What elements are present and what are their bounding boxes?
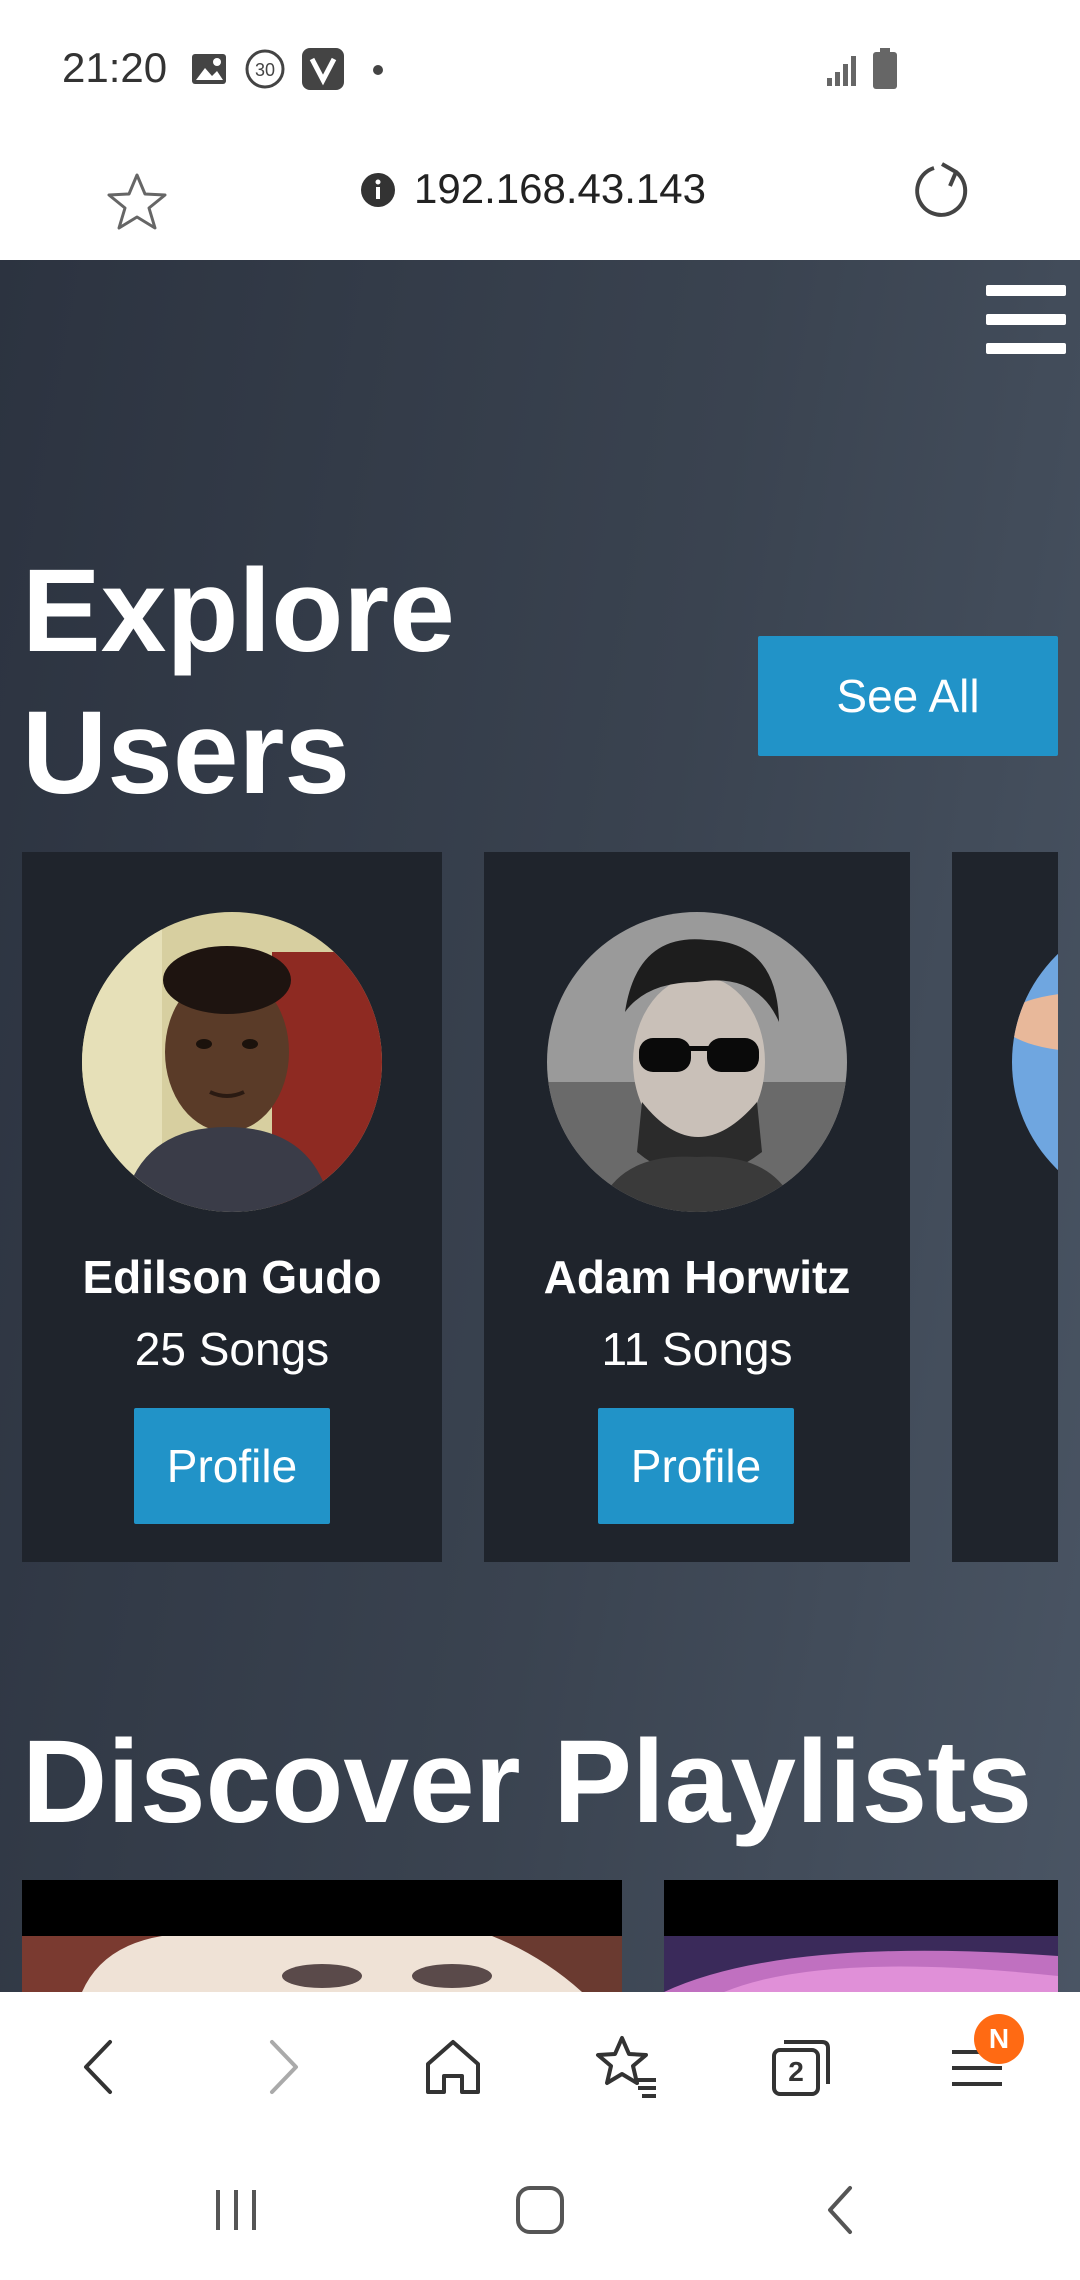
explore-users-title: Explore Users [22,545,455,819]
image-icon [192,54,226,84]
status-bar: 21:20 30 [0,0,1080,140]
browser-toolbar [0,1992,1080,2142]
tabs-icon[interactable]: 2 [766,2032,836,2102]
playlist-card[interactable] [664,1880,1058,1992]
see-all-button[interactable]: See All [758,636,1058,756]
profile-button[interactable]: Profile [134,1408,330,1524]
avatar [1012,912,1058,1212]
playlist-cover-image [22,1936,622,1992]
bookmarks-icon[interactable] [592,2032,662,2102]
user-song-count: 11 Songs [601,1323,793,1375]
recents-icon[interactable] [206,2180,266,2240]
star-outline-icon[interactable] [106,172,168,232]
dot-icon [373,65,383,75]
home-button-icon[interactable] [510,2180,570,2240]
hamburger-menu-icon[interactable] [986,285,1066,355]
playlist-card[interactable] [22,1880,622,1992]
info-icon[interactable] [360,172,396,208]
back-icon[interactable] [66,2032,136,2102]
url-text[interactable]: 192.168.43.143 [414,165,706,213]
tabs-count: 2 [788,2056,804,2087]
playlist-cover-image [664,1936,1058,1992]
avatar [547,912,847,1212]
reload-icon[interactable] [912,160,972,220]
avatar [82,912,382,1212]
forward-icon[interactable] [246,2032,316,2102]
thirty-badge-icon: 30 [245,49,285,89]
status-time: 21:20 [62,44,168,91]
user-song-count: 25 Songs [134,1323,330,1375]
svg-text:30: 30 [255,60,275,80]
user-name: Edilson Gudo [82,1251,382,1303]
battery-icon [873,48,897,89]
discover-playlists-title: Discover Playlists [22,1716,1033,1848]
user-card: Edilson Gudo 25 Songs Profile [22,852,442,1562]
vivo-v-icon [302,48,344,90]
home-icon[interactable] [418,2032,488,2102]
back-button-icon[interactable] [812,2180,872,2240]
menu-notification-badge: N [974,2014,1024,2064]
user-name: Adam Horwitz [543,1251,851,1303]
signal-icon [827,56,856,86]
profile-button[interactable]: Profile [598,1408,794,1524]
user-card [952,852,1058,1562]
user-card: Adam Horwitz 11 Songs Profile [484,852,910,1562]
